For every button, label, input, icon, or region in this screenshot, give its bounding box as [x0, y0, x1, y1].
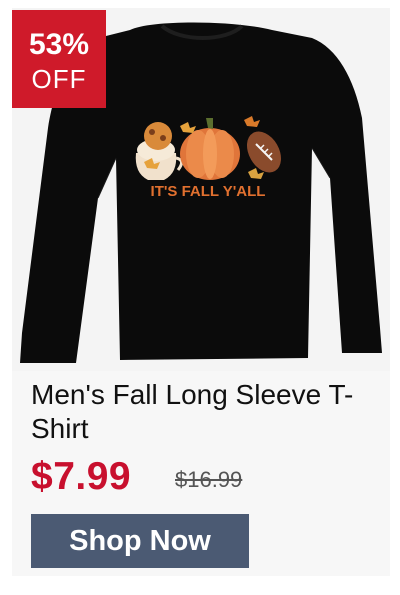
original-price: $16.99 [175, 467, 243, 492]
product-title[interactable]: Men's Fall Long Sleeve T-Shirt [31, 378, 371, 446]
discount-badge: 53% OFF [12, 10, 106, 108]
discount-off-label: OFF [31, 64, 87, 94]
shop-now-button[interactable]: Shop Now [31, 514, 249, 568]
shirt-graphic-text: IT'S FALL Y'ALL [151, 183, 266, 200]
price-row: $7.99 $16.99 [31, 455, 371, 501]
discount-percent: 53% [28, 28, 90, 61]
sale-price: $7.99 [31, 455, 132, 498]
